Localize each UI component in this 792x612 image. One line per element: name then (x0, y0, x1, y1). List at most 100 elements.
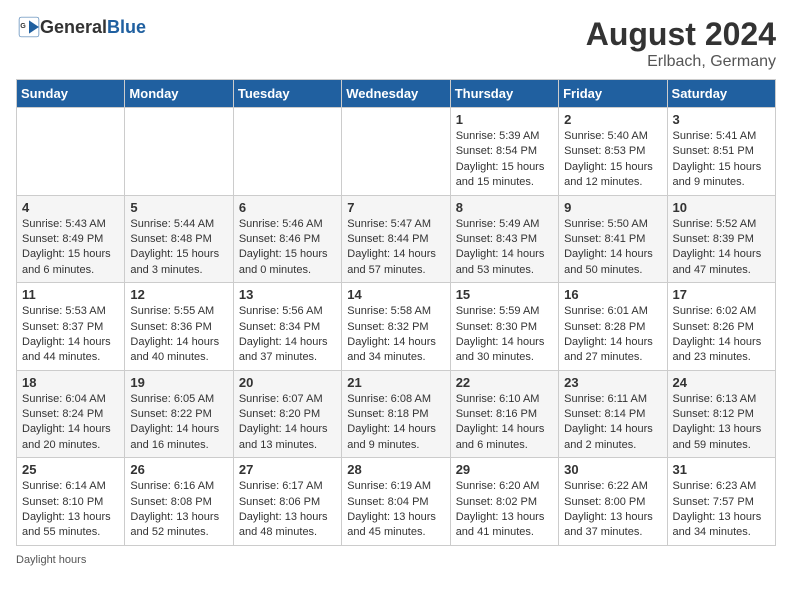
calendar-cell: 1Sunrise: 5:39 AMSunset: 8:54 PMDaylight… (450, 108, 558, 196)
calendar-cell: 8Sunrise: 5:49 AMSunset: 8:43 PMDaylight… (450, 195, 558, 283)
logo-general: General (40, 17, 107, 37)
day-info: Sunrise: 5:59 AMSunset: 8:30 PMDaylight:… (456, 304, 553, 366)
calendar-week-5: 25 Sunrise: 6:14 AMSunset: 8:10 PMDayligh… (17, 458, 776, 546)
day-info: Sunrise: 6:05 AMSunset: 8:22 PMDaylight:… (130, 392, 227, 454)
day-info: Sunrise: 5:49 AMSunset: 8:43 PMDaylight:… (456, 217, 553, 279)
day-info: Sunrise: 5:55 AMSunset: 8:36 PMDaylight:… (130, 304, 227, 366)
day-info: Sunrise: 6:11 AMSunset: 8:14 PMDaylight:… (564, 392, 661, 454)
day-info: Sunrise: 5:46 AMSunset: 8:46 PMDaylight:… (239, 217, 336, 279)
title-block: August 2024 Erlbach, Germany (586, 16, 776, 71)
day-number: 15 (456, 287, 553, 302)
calendar-cell: 16 Sunrise: 6:01 AMSunset: 8:28 PMDayligh… (559, 283, 667, 371)
calendar-cell: 12 Sunrise: 5:55 AMSunset: 8:36 PMDayligh… (125, 283, 233, 371)
day-number: 29 (456, 462, 553, 477)
day-info: Sunrise: 5:41 AMSunset: 8:51 PMDaylight:… (673, 129, 770, 191)
day-info: Sunrise: 6:19 AMSunset: 8:04 PMDaylight:… (347, 479, 444, 541)
calendar-cell (233, 108, 341, 196)
day-info: Sunrise: 5:53 AMSunset: 8:37 PMDaylight:… (22, 304, 119, 366)
day-number: 24 (673, 375, 770, 390)
calendar-week-4: 18 Sunrise: 6:04 AMSunset: 8:24 PMDayligh… (17, 370, 776, 458)
calendar-cell: 14 Sunrise: 5:58 AMSunset: 8:32 PMDayligh… (342, 283, 450, 371)
day-info: Sunrise: 6:01 AMSunset: 8:28 PMDaylight:… (564, 304, 661, 366)
calendar-cell: 7Sunrise: 5:47 AMSunset: 8:44 PMDaylight… (342, 195, 450, 283)
calendar-cell: 6 Sunrise: 5:46 AMSunset: 8:46 PMDaylight… (233, 195, 341, 283)
day-number: 16 (564, 287, 661, 302)
day-info: Sunrise: 6:13 AMSunset: 8:12 PMDaylight:… (673, 392, 770, 454)
day-number: 1 (456, 112, 553, 127)
day-number: 25 (22, 462, 119, 477)
calendar-cell: 23 Sunrise: 6:11 AMSunset: 8:14 PMDayligh… (559, 370, 667, 458)
day-number: 6 (239, 200, 336, 215)
day-info: Sunrise: 6:07 AMSunset: 8:20 PMDaylight:… (239, 392, 336, 454)
day-info: Sunrise: 6:20 AMSunset: 8:02 PMDaylight:… (456, 479, 553, 541)
day-number: 18 (22, 375, 119, 390)
day-number: 26 (130, 462, 227, 477)
day-info: Sunrise: 5:50 AMSunset: 8:41 PMDaylight:… (564, 217, 661, 279)
calendar-cell: 13Sunrise: 5:56 AMSunset: 8:34 PMDayligh… (233, 283, 341, 371)
day-number: 10 (673, 200, 770, 215)
calendar-cell: 15 Sunrise: 5:59 AMSunset: 8:30 PMDayligh… (450, 283, 558, 371)
day-number: 30 (564, 462, 661, 477)
calendar-cell: 27Sunrise: 6:17 AMSunset: 8:06 PMDayligh… (233, 458, 341, 546)
day-number: 2 (564, 112, 661, 127)
calendar-cell: 26 Sunrise: 6:16 AMSunset: 8:08 PMDayligh… (125, 458, 233, 546)
day-info: Sunrise: 6:22 AMSunset: 8:00 PMDaylight:… (564, 479, 661, 541)
day-info: Sunrise: 5:58 AMSunset: 8:32 PMDaylight:… (347, 304, 444, 366)
svg-text:G: G (20, 22, 26, 30)
day-info: Sunrise: 6:02 AMSunset: 8:26 PMDaylight:… (673, 304, 770, 366)
calendar-cell: 17 Sunrise: 6:02 AMSunset: 8:26 PMDayligh… (667, 283, 775, 371)
logo-blue: Blue (107, 17, 146, 37)
day-info: Sunrise: 6:14 AMSunset: 8:10 PMDaylight:… (22, 479, 119, 541)
day-number: 14 (347, 287, 444, 302)
calendar-cell (342, 108, 450, 196)
footer: Daylight hours (16, 554, 776, 566)
day-number: 13 (239, 287, 336, 302)
weekday-header-sunday: Sunday (17, 80, 125, 108)
day-info: Sunrise: 6:17 AMSunset: 8:06 PMDaylight:… (239, 479, 336, 541)
calendar-cell: 19 Sunrise: 6:05 AMSunset: 8:22 PMDayligh… (125, 370, 233, 458)
day-info: Sunrise: 6:04 AMSunset: 8:24 PMDaylight:… (22, 392, 119, 454)
month-year: August 2024 (586, 16, 776, 53)
weekday-header-tuesday: Tuesday (233, 80, 341, 108)
day-info: Sunrise: 5:40 AMSunset: 8:53 PMDaylight:… (564, 129, 661, 191)
location: Erlbach, Germany (586, 53, 776, 71)
day-number: 21 (347, 375, 444, 390)
calendar-cell: 18 Sunrise: 6:04 AMSunset: 8:24 PMDayligh… (17, 370, 125, 458)
page-header: G GeneralBlue August 2024 Erlbach, Germa… (16, 16, 776, 71)
calendar-cell: 30 Sunrise: 6:22 AMSunset: 8:00 PMDayligh… (559, 458, 667, 546)
day-info: Sunrise: 6:10 AMSunset: 8:16 PMDaylight:… (456, 392, 553, 454)
day-info: Sunrise: 6:23 AMSunset: 7:57 PMDaylight:… (673, 479, 770, 541)
weekday-header-wednesday: Wednesday (342, 80, 450, 108)
calendar-cell (17, 108, 125, 196)
day-info: Sunrise: 6:08 AMSunset: 8:18 PMDaylight:… (347, 392, 444, 454)
calendar-week-2: 4 Sunrise: 5:43 AMSunset: 8:49 PMDaylight… (17, 195, 776, 283)
calendar-cell: 9 Sunrise: 5:50 AMSunset: 8:41 PMDaylight… (559, 195, 667, 283)
day-number: 19 (130, 375, 227, 390)
day-info: Sunrise: 5:43 AMSunset: 8:49 PMDaylight:… (22, 217, 119, 279)
calendar-cell: 24 Sunrise: 6:13 AMSunset: 8:12 PMDayligh… (667, 370, 775, 458)
logo-icon: G (18, 16, 40, 38)
calendar-cell: 3Sunrise: 5:41 AMSunset: 8:51 PMDaylight… (667, 108, 775, 196)
calendar-cell: 20Sunrise: 6:07 AMSunset: 8:20 PMDayligh… (233, 370, 341, 458)
calendar-cell: 5 Sunrise: 5:44 AMSunset: 8:48 PMDaylight… (125, 195, 233, 283)
weekday-header-row: SundayMondayTuesdayWednesdayThursdayFrid… (17, 80, 776, 108)
calendar-cell: 2 Sunrise: 5:40 AMSunset: 8:53 PMDaylight… (559, 108, 667, 196)
calendar-cell: 25 Sunrise: 6:14 AMSunset: 8:10 PMDayligh… (17, 458, 125, 546)
day-number: 17 (673, 287, 770, 302)
day-info: Sunrise: 5:52 AMSunset: 8:39 PMDaylight:… (673, 217, 770, 279)
day-number: 4 (22, 200, 119, 215)
calendar-cell: 28Sunrise: 6:19 AMSunset: 8:04 PMDayligh… (342, 458, 450, 546)
weekday-header-thursday: Thursday (450, 80, 558, 108)
day-number: 23 (564, 375, 661, 390)
day-info: Sunrise: 6:16 AMSunset: 8:08 PMDaylight:… (130, 479, 227, 541)
day-number: 7 (347, 200, 444, 215)
calendar-cell: 22Sunrise: 6:10 AMSunset: 8:16 PMDayligh… (450, 370, 558, 458)
weekday-header-friday: Friday (559, 80, 667, 108)
day-number: 9 (564, 200, 661, 215)
logo: G GeneralBlue (16, 16, 146, 38)
calendar-table: SundayMondayTuesdayWednesdayThursdayFrid… (16, 79, 776, 546)
day-number: 12 (130, 287, 227, 302)
calendar-cell: 4 Sunrise: 5:43 AMSunset: 8:49 PMDaylight… (17, 195, 125, 283)
day-info: Sunrise: 5:44 AMSunset: 8:48 PMDaylight:… (130, 217, 227, 279)
day-number: 5 (130, 200, 227, 215)
